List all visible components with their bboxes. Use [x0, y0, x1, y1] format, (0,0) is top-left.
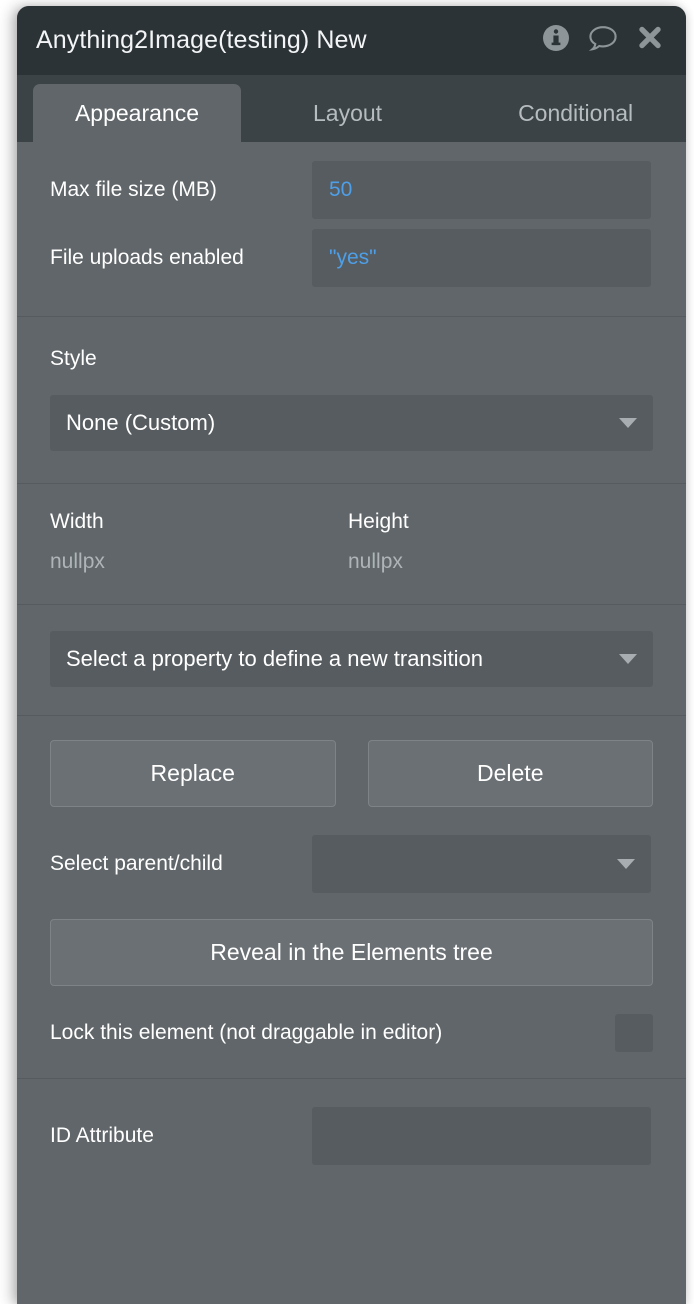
section-style: Style None (Custom) [17, 317, 686, 484]
element-properties-panel: Anything2Image(testing) New Appearance L… [17, 6, 686, 1304]
height-column: Height nullpx [348, 510, 646, 574]
style-select-value: None (Custom) [66, 410, 216, 435]
file-uploads-label: File uploads enabled [50, 246, 244, 269]
comment-icon[interactable] [588, 24, 618, 57]
panel-body: Max file size (MB) 50 File uploads enabl… [17, 142, 686, 1195]
titlebar-actions [542, 24, 664, 57]
select-parent-child-label: Select parent/child [50, 852, 223, 875]
chevron-down-icon [617, 859, 635, 869]
transition-property-select[interactable]: Select a property to define a new transi… [50, 631, 653, 687]
section-file-settings: Max file size (MB) 50 File uploads enabl… [17, 142, 686, 317]
chevron-down-icon [619, 418, 637, 428]
file-uploads-value: "yes" [329, 246, 377, 269]
row-lock-element: Lock this element (not draggable in edit… [17, 1014, 686, 1052]
row-select-parent-child: Select parent/child [17, 835, 686, 893]
info-icon[interactable] [542, 24, 570, 57]
select-parent-child-dropdown[interactable] [312, 835, 651, 893]
chevron-down-icon [619, 654, 637, 664]
width-column: Width nullpx [50, 510, 348, 574]
id-attribute-input[interactable] [312, 1107, 651, 1165]
row-style-label: Style [17, 347, 686, 395]
height-value: nullpx [348, 550, 403, 573]
dimensions-row: Width nullpx Height nullpx [17, 510, 686, 574]
section-dimensions: Width nullpx Height nullpx [17, 484, 686, 605]
tab-conditional[interactable]: Conditional [490, 84, 661, 142]
section-id-attribute: ID Attribute [17, 1079, 686, 1195]
row-max-file-size: Max file size (MB) 50 [17, 161, 686, 219]
close-icon[interactable] [636, 24, 664, 57]
transition-property-placeholder: Select a property to define a new transi… [66, 646, 484, 671]
replace-button[interactable]: Replace [50, 740, 336, 807]
height-label: Height [348, 510, 409, 533]
max-file-size-label: Max file size (MB) [50, 178, 217, 201]
max-file-size-value: 50 [329, 178, 353, 201]
section-transitions: Select a property to define a new transi… [17, 605, 686, 716]
panel-titlebar: Anything2Image(testing) New [17, 6, 686, 75]
lock-element-label: Lock this element (not draggable in edit… [50, 1021, 443, 1044]
file-uploads-input[interactable]: "yes" [312, 229, 651, 287]
width-value: nullpx [50, 550, 105, 573]
max-file-size-input[interactable]: 50 [312, 161, 651, 219]
lock-element-checkbox[interactable] [615, 1014, 653, 1052]
style-label: Style [50, 347, 97, 370]
style-select[interactable]: None (Custom) [50, 395, 653, 451]
row-file-uploads-enabled: File uploads enabled "yes" [17, 229, 686, 287]
action-button-row: Replace Delete [17, 740, 686, 807]
tab-layout[interactable]: Layout [285, 84, 410, 142]
id-attribute-label: ID Attribute [50, 1124, 154, 1147]
section-element-actions: Replace Delete Select parent/child Revea… [17, 716, 686, 1079]
delete-button[interactable]: Delete [367, 740, 653, 807]
tab-strip: Appearance Layout Conditional [17, 75, 686, 142]
tab-appearance[interactable]: Appearance [33, 84, 241, 142]
row-id-attribute: ID Attribute [17, 1107, 686, 1165]
width-label: Width [50, 510, 104, 533]
panel-title: Anything2Image(testing) New [36, 26, 367, 54]
reveal-in-elements-tree-button[interactable]: Reveal in the Elements tree [50, 919, 653, 986]
